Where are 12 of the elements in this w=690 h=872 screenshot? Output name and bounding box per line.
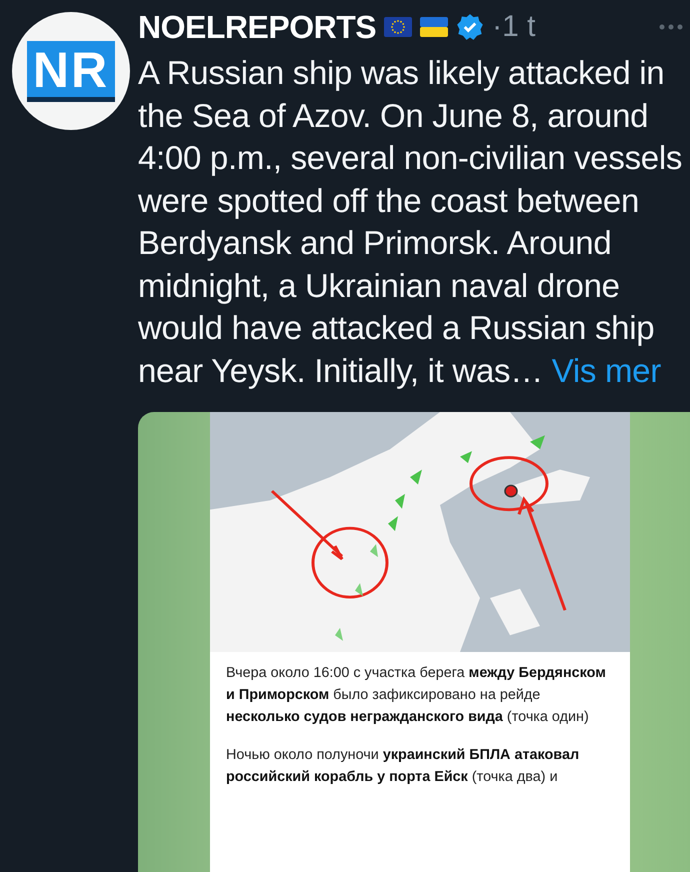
image-attachment[interactable]: [138, 412, 690, 872]
show-more-link[interactable]: Vis mer: [552, 352, 661, 388]
message-paragraph: Ночью около полуночи украинский БПЛА атаковал российский корабль у порта Ейск (точка два) и: [226, 746, 580, 787]
flag-icon: [420, 17, 448, 37]
author-name[interactable]: NOELREPORTS: [138, 8, 376, 46]
flag-icon: [384, 17, 412, 37]
message-paragraph: Вчера около 16:00 с участка берега между Бердянском и Приморском было зафиксировано на рейде несколько судов негражданского вида (точка один): [226, 664, 607, 727]
avatar-logo: NR: [26, 40, 116, 102]
avatar[interactable]: NR: [12, 12, 130, 130]
more-options-icon[interactable]: [658, 23, 684, 31]
post-text: A Russian ship was likely attacked in the Sea of Azov. On June 8, around 4:00 p.m., several non-civilian vessels were spotted off the coast between Berdyansk and Primorsk. Around midnight, a Ukrainian naval drone would have attacked a Russian ship near Yeysk. Initially, it was… Vis mer: [138, 53, 684, 391]
post-time[interactable]: ·1 t: [492, 10, 536, 44]
